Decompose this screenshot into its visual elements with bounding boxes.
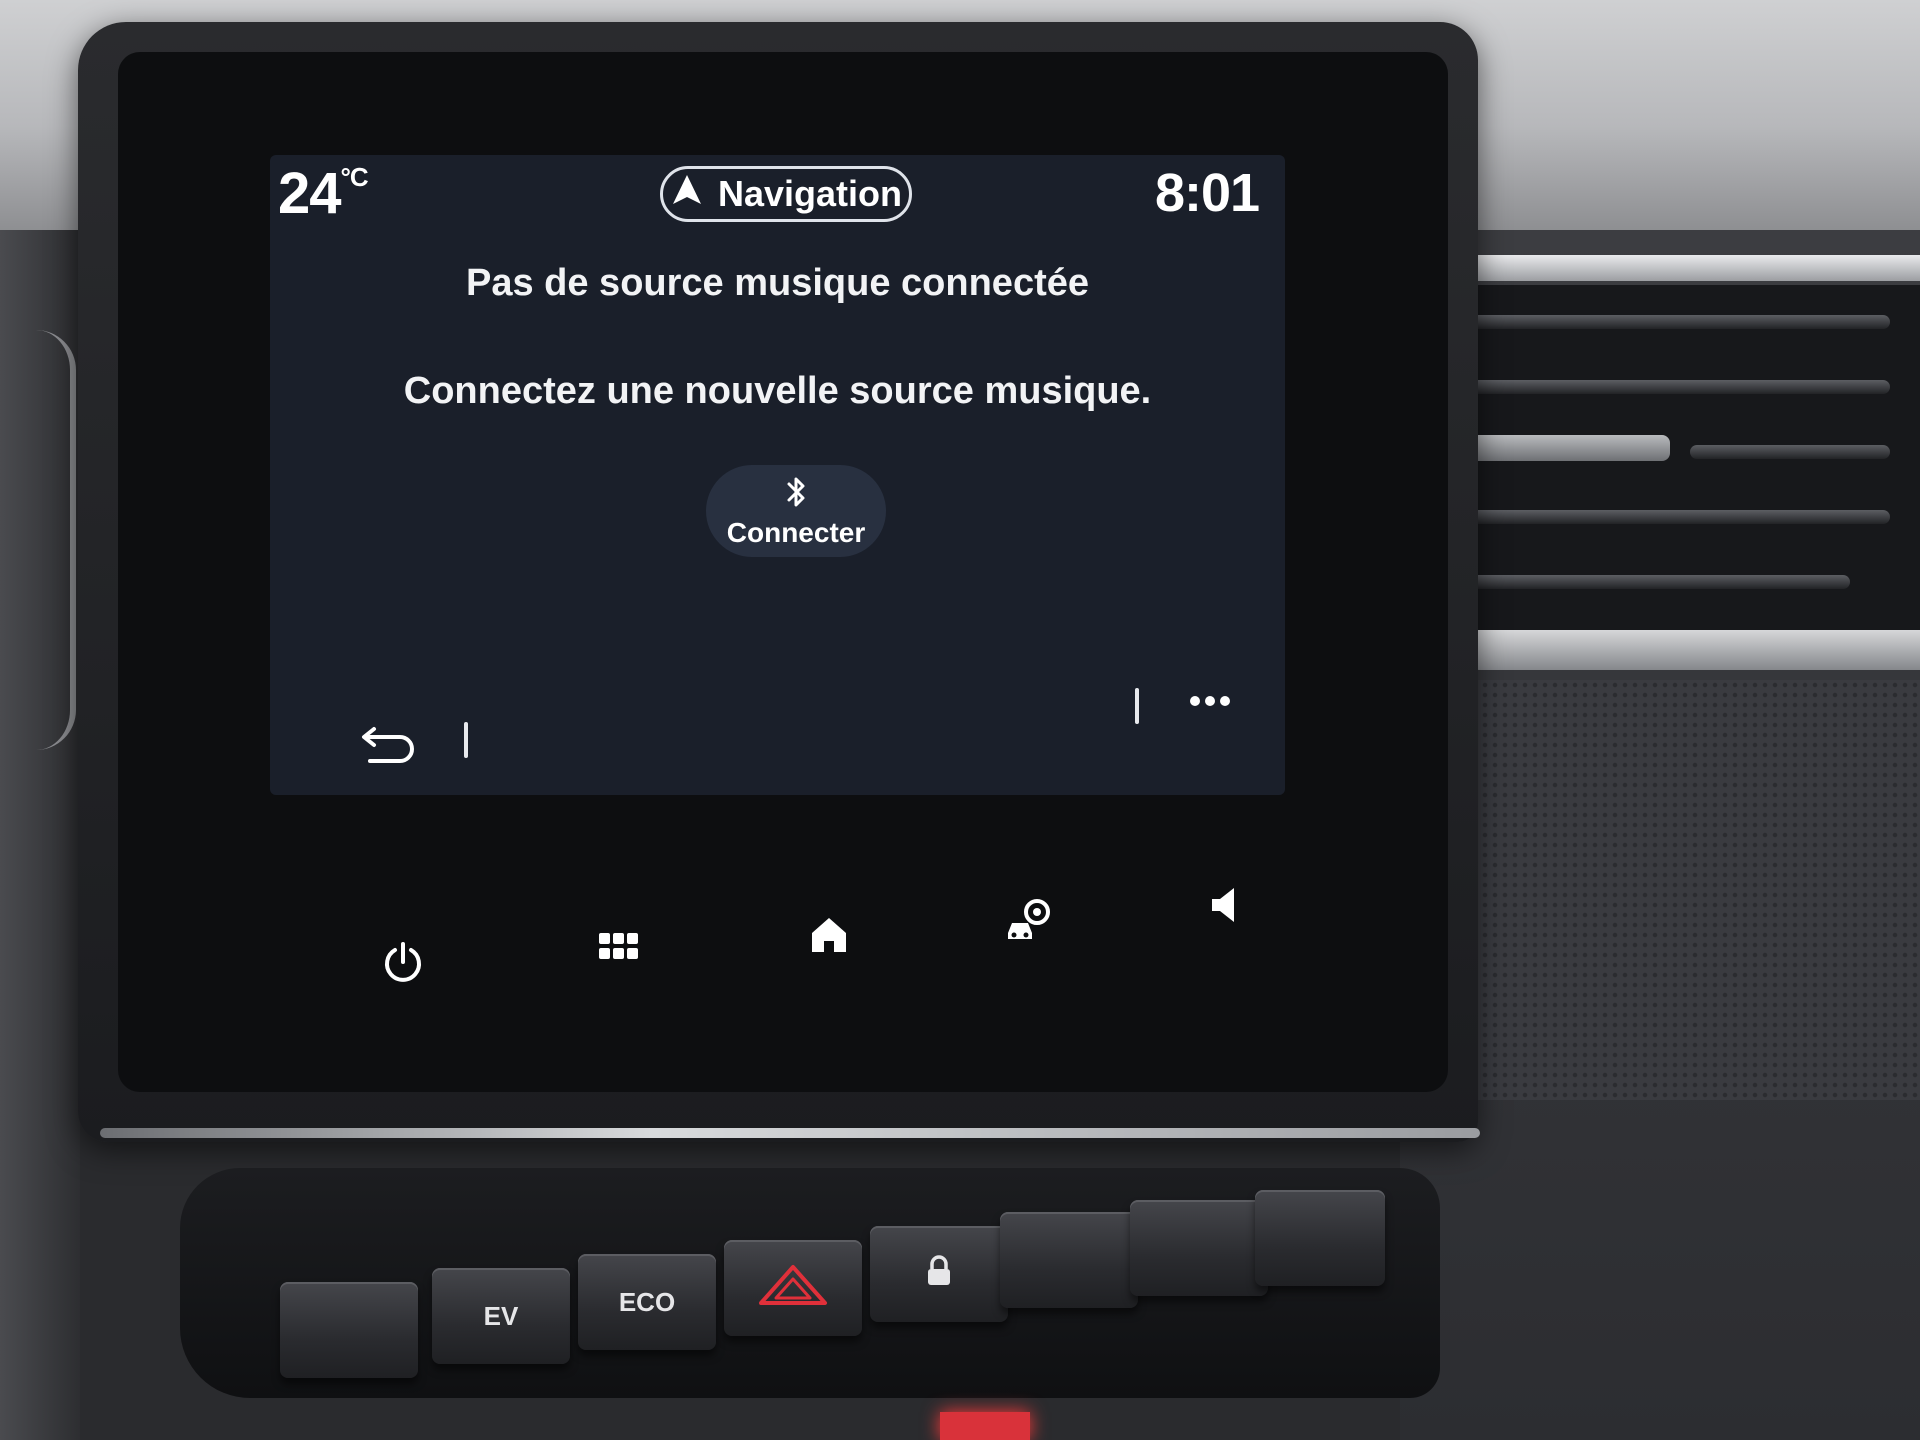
bluetooth-icon	[784, 474, 808, 517]
car-settings-button[interactable]	[995, 886, 1065, 956]
apps-grid-icon	[598, 932, 640, 967]
bezel-chrome-trim	[100, 1128, 1480, 1138]
blank-switch[interactable]	[1130, 1200, 1268, 1296]
home-button[interactable]	[794, 902, 864, 972]
no-source-title: Pas de source musique connectée	[465, 262, 1089, 304]
navigation-button-label: Navigation	[717, 173, 903, 214]
navigation-button[interactable]: Navigation	[660, 166, 912, 222]
connect-button-label: Connecter	[726, 516, 866, 548]
lock-icon	[924, 1254, 954, 1294]
hazard-switch[interactable]	[724, 1240, 862, 1336]
door-lock-switch[interactable]	[870, 1226, 1008, 1322]
bottom-bar-divider	[464, 722, 468, 758]
hazard-icon	[758, 1264, 828, 1313]
navigation-arrow-icon	[670, 173, 704, 216]
vent-slat	[1690, 445, 1890, 459]
eco-switch-label: ECO	[618, 1286, 676, 1317]
apps-button[interactable]	[584, 914, 654, 984]
ev-mode-switch[interactable]: EV	[432, 1268, 570, 1364]
blank-switch[interactable]	[1255, 1190, 1385, 1286]
volume-button[interactable]	[1190, 872, 1260, 942]
clock: 8:01	[1155, 163, 1260, 223]
vent-slat	[1450, 380, 1890, 394]
temperature-unit: °C	[340, 162, 369, 192]
car-settings-icon	[1004, 895, 1056, 948]
temperature-value: 24	[278, 161, 342, 226]
outside-temperature: 24°C	[278, 160, 369, 227]
back-button[interactable]	[355, 718, 425, 774]
eco-mode-switch[interactable]: ECO	[578, 1254, 716, 1350]
air-vent	[1430, 285, 1920, 655]
more-options-icon	[1188, 694, 1232, 713]
vent-frame	[1450, 630, 1920, 670]
home-icon	[809, 915, 849, 960]
dashboard-trim	[1420, 255, 1920, 281]
power-button[interactable]	[368, 930, 438, 1000]
bottom-bar-divider	[1135, 688, 1139, 724]
vent-slat	[1450, 575, 1850, 589]
more-options-button[interactable]	[1180, 688, 1240, 718]
back-icon	[360, 721, 420, 772]
blank-switch[interactable]	[1000, 1212, 1138, 1308]
volume-icon	[1208, 885, 1242, 930]
power-icon	[380, 940, 426, 991]
red-indicator-light	[940, 1412, 1030, 1440]
vent-handle	[1470, 435, 1670, 461]
vent-slat	[1450, 510, 1890, 524]
blank-switch[interactable]	[280, 1282, 418, 1378]
vent-slat	[1450, 315, 1890, 329]
left-vent-outline	[0, 330, 76, 750]
connect-button[interactable]: Connecter	[706, 465, 886, 557]
textured-dash-panel	[1460, 680, 1920, 1100]
connect-source-hint: Connectez une nouvelle source musique.	[403, 370, 1152, 412]
ev-switch-label: EV	[483, 1300, 519, 1331]
